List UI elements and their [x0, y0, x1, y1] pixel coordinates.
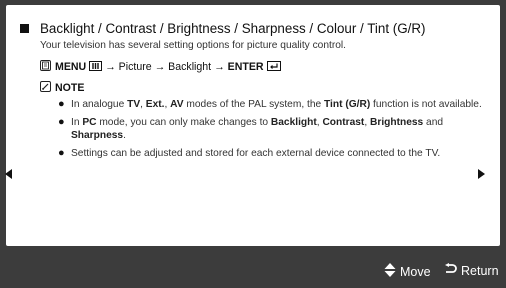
- next-page-arrow-icon[interactable]: [478, 169, 485, 179]
- list-item: ● In analogue TV, Ext., AV modes of the …: [58, 98, 482, 110]
- panel-bottom-edge: [12, 244, 506, 246]
- bullet-icon: ●: [58, 146, 65, 159]
- list-item: ● In PC mode, you can only make changes …: [58, 115, 444, 142]
- bullet-icon: ●: [58, 115, 65, 128]
- heading-text: Backlight / Contrast / Brightness / Shar…: [40, 21, 426, 36]
- note-pencil-icon: [40, 81, 51, 92]
- return-arrow-icon: [444, 263, 457, 279]
- path-menu: MENU: [55, 61, 87, 73]
- previous-page-arrow-icon[interactable]: [5, 169, 12, 179]
- move-button[interactable]: Move: [384, 263, 431, 280]
- return-label: Return: [461, 264, 499, 278]
- enter-icon: [266, 61, 281, 73]
- path-backlight: Backlight: [168, 61, 212, 73]
- footer-bar: Move Return: [0, 256, 506, 288]
- path-picture: Picture: [118, 61, 152, 73]
- intro-text: Your television has several setting opti…: [40, 40, 346, 51]
- path-sep-3: →: [214, 61, 225, 73]
- bullet-icon: ●: [58, 98, 65, 110]
- menu-path: MENU → Picture → Backlight → ENTER: [20, 60, 486, 74]
- help-content: Backlight / Contrast / Brightness / Shar…: [20, 21, 486, 164]
- path-sep-2: →: [154, 61, 166, 73]
- path-enter: ENTER: [227, 61, 264, 73]
- note-label: NOTE: [55, 82, 85, 94]
- note-heading: NOTE: [20, 81, 486, 95]
- return-button[interactable]: Return: [444, 263, 499, 279]
- menu-icon: [89, 61, 105, 73]
- path-sep-1: →: [105, 61, 116, 73]
- help-panel: Backlight / Contrast / Brightness / Shar…: [6, 5, 500, 246]
- notes-list: ● In analogue TV, Ext., AV modes of the …: [20, 98, 486, 160]
- menu-path-icon: [40, 60, 51, 71]
- move-label: Move: [400, 264, 431, 279]
- square-bullet-icon: [20, 24, 29, 33]
- list-item: ● Settings can be adjusted and stored fo…: [58, 146, 441, 159]
- section-heading: Backlight / Contrast / Brightness / Shar…: [20, 21, 486, 37]
- up-down-arrow-icon: [384, 263, 396, 280]
